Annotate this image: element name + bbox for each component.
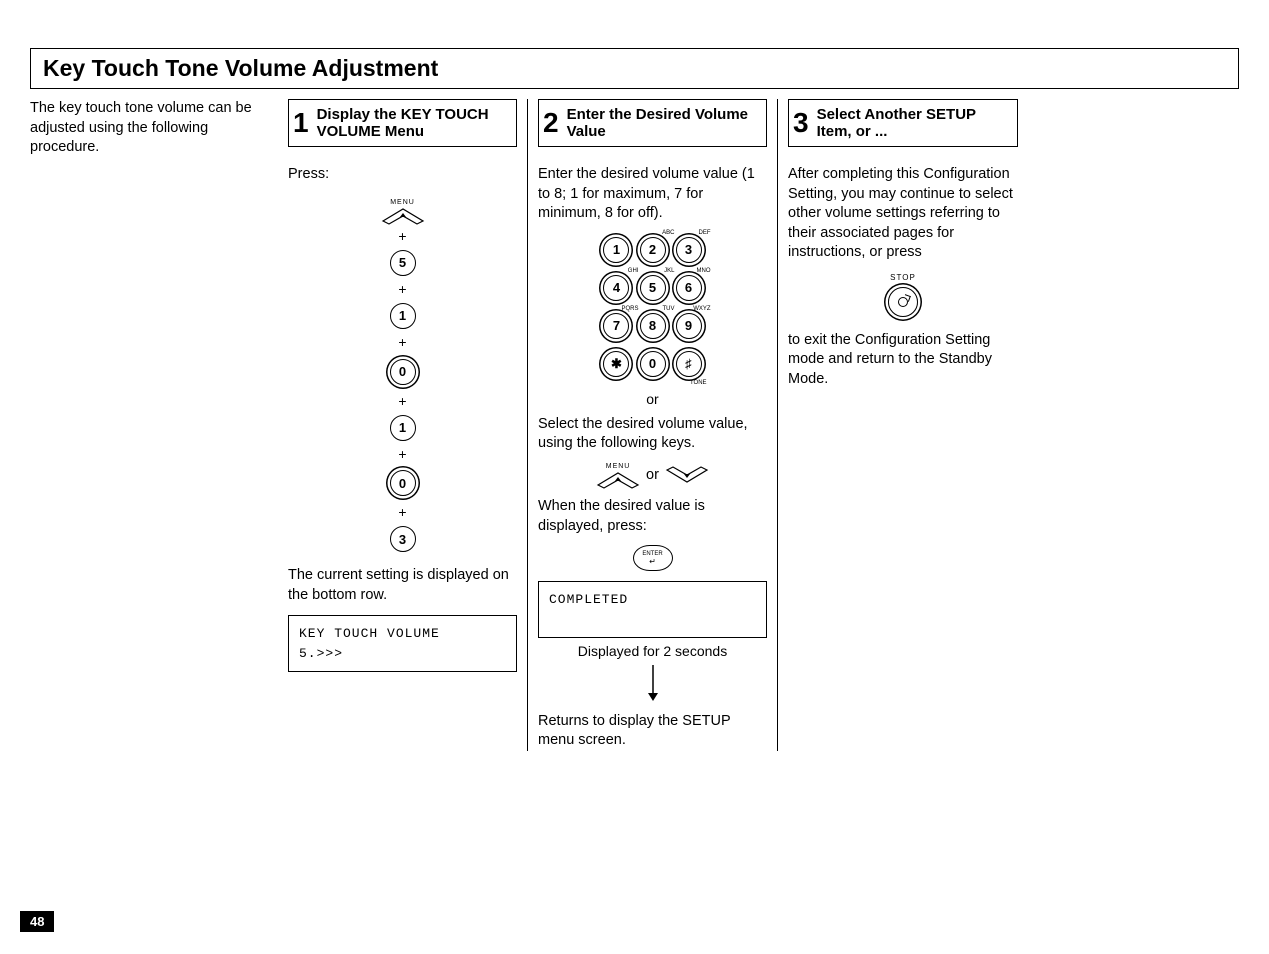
menu-key-label: MENU [381,198,425,207]
lcd-line-1: KEY TOUCH VOLUME [299,624,506,644]
keypad-4: 4GHI [603,275,629,301]
menu-up-key: MENU [596,462,640,489]
lcd-completed: COMPLETED [538,581,767,638]
step-1-header: 1 Display the KEY TOUCH VOLUME Menu [288,99,517,147]
enter-key-block: ENTER ↵ [538,542,767,571]
key-0: 0 [390,359,416,385]
keypad-9: 9WXYZ [676,313,702,339]
key-3: 3 [390,526,416,552]
keypad-3: 3DEF [676,237,702,263]
steps-container: 1 Display the KEY TOUCH VOLUME Menu Pres… [278,99,1239,751]
step-2-instruction: Enter the desired volume value (1 to 8; … [538,165,767,224]
key-sequence: MENU + 5 + 1 + 0 + 1 + 0 + 3 [288,191,517,555]
key-1: 1 [390,303,416,329]
arrow-keys-row: MENU or [538,462,767,489]
step-2-header: 2 Enter the Desired Volume Value [538,99,767,147]
keypad-6: 6MNO [676,275,702,301]
lcd-display-1: KEY TOUCH VOLUME 5.>>> [288,615,517,672]
content-row: The key touch tone volume can be adjuste… [30,99,1239,751]
step-3-column: 3 Select Another SETUP Item, or ... Afte… [778,99,1028,751]
plus-icon: + [288,280,517,299]
enter-key: ENTER ↵ [633,545,673,571]
stop-key-block: STOP [788,273,1018,317]
menu-key: MENU [381,198,425,225]
plus-icon: + [288,445,517,464]
lcd-line-2: 5.>>> [299,644,506,664]
or-label-2: or [646,466,659,486]
step-2-title: Enter the Desired Volume Value [567,106,762,141]
step-2-number: 2 [543,109,559,137]
up-arrow-icon [596,471,640,489]
keypad-5: 5JKL [640,275,666,301]
flow-arrow-down-icon [538,665,767,708]
menu-label-small: MENU [596,462,640,471]
step-1-note: The current setting is displayed on the … [288,566,517,605]
step-1-column: 1 Display the KEY TOUCH VOLUME Menu Pres… [278,99,528,751]
stop-icon [898,297,908,307]
step-3-number: 3 [793,109,809,137]
keypad-2: 2ABC [640,237,666,263]
page-number: 48 [20,911,54,932]
enter-arrow-icon: ↵ [649,558,656,566]
stop-key-label: STOP [788,273,1018,284]
select-instruction: Select the desired volume value, using t… [538,415,767,454]
keypad-hash: ♯TONE [676,351,702,377]
menu-up-icon [381,207,425,225]
section-title-bar: Key Touch Tone Volume Adjustment [30,48,1239,89]
keypad-8: 8TUV [640,313,666,339]
key-1: 1 [390,415,416,441]
plus-icon: + [288,503,517,522]
keypad-star: ✱ [603,351,629,377]
plus-icon: + [288,392,517,411]
section-title: Key Touch Tone Volume Adjustment [43,55,1226,82]
plus-icon: + [288,333,517,352]
key-0: 0 [390,470,416,496]
intro-paragraph: The key touch tone volume can be adjuste… [30,99,270,751]
plus-icon: + [288,227,517,246]
keypad-0: 0 [640,351,666,377]
step-2-column: 2 Enter the Desired Volume Value Enter t… [528,99,778,751]
step-3-title: Select Another SETUP Item, or ... [817,106,1013,141]
stop-key [888,287,918,317]
step-3-para-1: After completing this Configuration Sett… [788,165,1018,263]
step-1-title: Display the KEY TOUCH VOLUME Menu [317,106,512,141]
press-label: Press: [288,165,517,185]
step-3-para-2: to exit the Configuration Setting mode a… [788,331,1018,390]
key-5: 5 [390,250,416,276]
step-1-number: 1 [293,109,309,137]
keypad-1: 1 [603,237,629,263]
keypad-7: 7PQRS [603,313,629,339]
down-key [665,466,709,484]
numeric-keypad: 1 2ABC 3DEF 4GHI 5JKL 6MNO 7PQRS 8TUV 9W… [538,232,767,382]
lcd-completed-text: COMPLETED [549,590,756,610]
when-instruction: When the desired value is displayed, pre… [538,497,767,536]
returns-label: Returns to display the SETUP menu screen… [538,712,767,751]
down-arrow-icon [665,466,709,484]
displayed-2s-label: Displayed for 2 seconds [538,642,767,661]
or-label-1: or [538,390,767,409]
step-3-header: 3 Select Another SETUP Item, or ... [788,99,1018,147]
